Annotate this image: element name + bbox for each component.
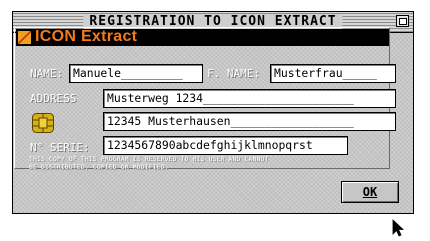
license-notice-line1: THIS COPY OF THIS PROGRAM IS RESERVED TO… (29, 156, 269, 163)
serial-field[interactable]: 1234567890abcdefghijklmnopqrst (103, 136, 348, 155)
license-notice-line2: BE DISTRIBUTED, COPIED OR MODIFIED. (29, 164, 169, 171)
license-notice: THIS COPY OF THIS PROGRAM IS RESERVED TO… (29, 156, 389, 172)
app-banner: ICON Extract (16, 28, 389, 46)
address-line1-field[interactable]: Musterweg 1234______________________ (103, 89, 396, 108)
address-label: ADDRESS (30, 92, 77, 105)
fname-label: F. NAME: (207, 67, 260, 80)
app-name: ICON Extract (35, 28, 138, 45)
logo-icon (18, 31, 31, 44)
ok-button[interactable]: OK (341, 181, 399, 203)
serial-label: N° SERIE: (30, 141, 90, 154)
ok-button-label: OK (362, 185, 378, 199)
mouse-pointer-icon (392, 219, 404, 237)
name-label: NAME: (30, 67, 64, 80)
smartcard-chip-icon (32, 113, 54, 133)
fname-field[interactable]: Musterfrau_____ (270, 64, 396, 83)
name-field[interactable]: Manuele_________ (69, 64, 203, 83)
address-line2-field[interactable]: 12345 Musterhausen__________________ (103, 112, 396, 131)
depth-gadget-icon[interactable] (396, 15, 409, 27)
